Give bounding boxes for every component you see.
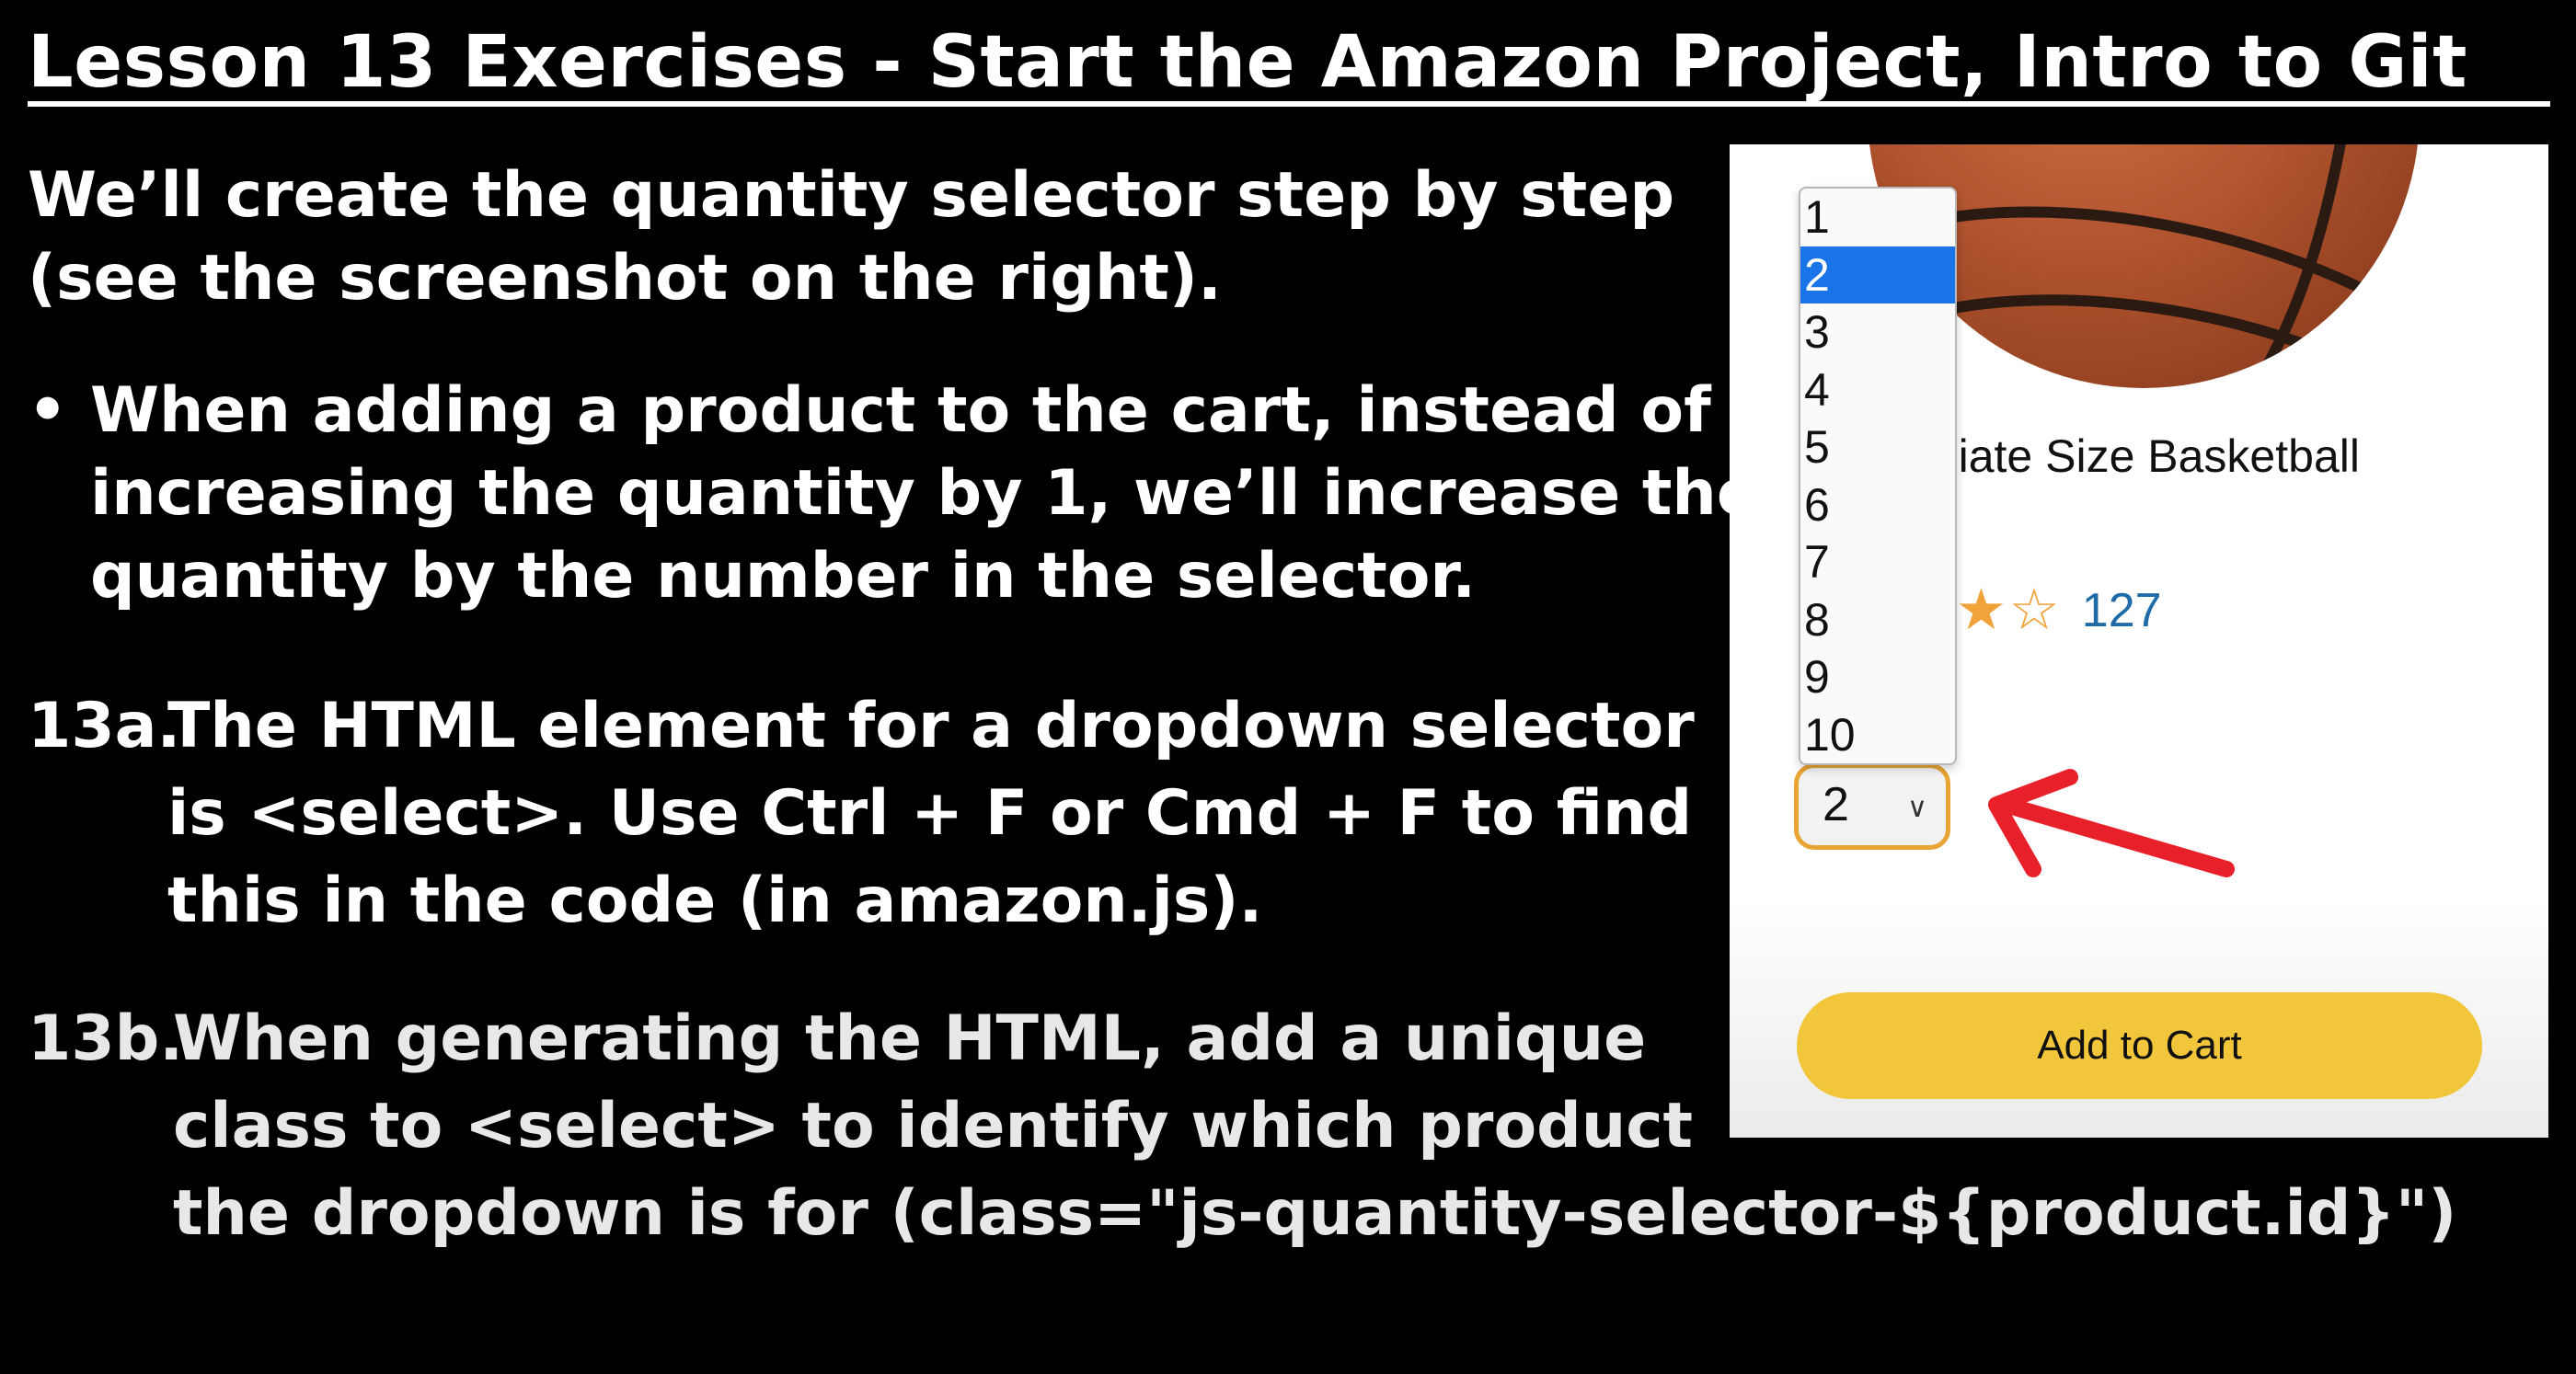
exercise-line: this in the code (in amazon.js). — [167, 864, 1263, 937]
dropdown-option[interactable]: 6 — [1800, 476, 1955, 534]
bullet-dot: • — [28, 374, 68, 447]
quantity-dropdown-list[interactable]: 1 2 3 4 5 6 7 8 9 10 — [1799, 187, 1957, 765]
selected-quantity: 2 — [1823, 778, 1849, 831]
dropdown-option[interactable]: 7 — [1800, 533, 1955, 591]
dropdown-option[interactable]: 10 — [1800, 706, 1955, 764]
exercise-label: 13b. — [28, 1002, 184, 1075]
exercise-line: the dropdown is for (class="js-quantity-… — [173, 1177, 2457, 1250]
title-underline — [28, 101, 2550, 107]
star-empty-icon: ☆ — [2008, 578, 2060, 642]
bullet-line: increasing the quantity by 1, we’ll incr… — [90, 457, 1759, 530]
bullet-line: When adding a product to the cart, inste… — [90, 374, 1711, 447]
bullet-line: quantity by the number in the selector. — [90, 540, 1477, 613]
product-card-screenshot: ediate Size Basketball ★ ★ ☆ 127 2 ∨ 1 2… — [1730, 144, 2548, 1138]
star-full-icon: ★ — [1955, 578, 2007, 642]
dropdown-option[interactable]: 8 — [1800, 591, 1955, 649]
quantity-selector[interactable]: 2 ∨ — [1794, 763, 1950, 850]
dropdown-option[interactable]: 5 — [1800, 418, 1955, 476]
exercise-line: is <select>. Use Ctrl + F or Cmd + F to … — [167, 777, 1693, 850]
intro-text: We’ll create the quantity selector step … — [28, 155, 1674, 320]
product-name[interactable]: ediate Size Basketball — [1907, 429, 2360, 483]
exercise-line: The HTML element for a dropdown selector — [167, 690, 1695, 762]
rating-count[interactable]: 127 — [2082, 583, 2162, 638]
dropdown-option[interactable]: 9 — [1800, 648, 1955, 706]
exercise-label: 13a. — [28, 690, 181, 762]
intro-line: (see the screenshot on the right). — [28, 242, 1222, 315]
add-to-cart-button[interactable]: Add to Cart — [1797, 992, 2482, 1099]
dropdown-option[interactable]: 1 — [1800, 189, 1955, 246]
intro-line: We’ll create the quantity selector step … — [28, 159, 1675, 232]
dropdown-option[interactable]: 4 — [1800, 361, 1955, 419]
red-arrow-icon — [1988, 769, 2235, 877]
dropdown-option-highlighted[interactable]: 2 — [1800, 246, 1955, 303]
chevron-down-icon: ∨ — [1907, 793, 1927, 823]
dropdown-option[interactable]: 3 — [1800, 303, 1955, 361]
slide-title: Lesson 13 Exercises - Start the Amazon P… — [28, 21, 2467, 104]
